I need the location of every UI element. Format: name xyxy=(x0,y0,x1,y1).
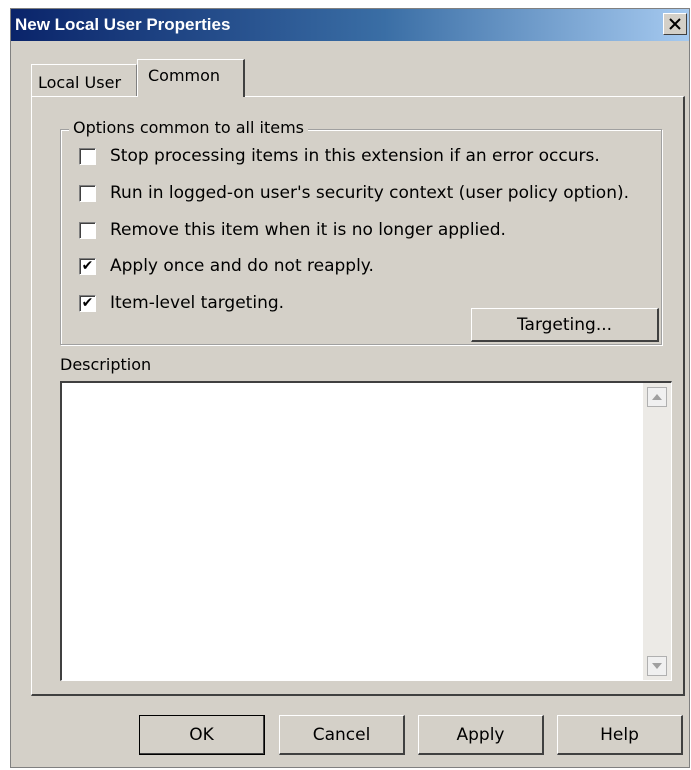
run-in-user-context-checkbox[interactable] xyxy=(79,184,96,202)
title-bar: New Local User Properties xyxy=(11,9,689,41)
window-title: New Local User Properties xyxy=(15,15,231,34)
description-value[interactable] xyxy=(62,383,641,680)
options-groupbox: Options common to all items Stop process… xyxy=(60,118,662,345)
apply-button[interactable]: Apply xyxy=(418,715,544,755)
cancel-button[interactable]: Cancel xyxy=(279,715,405,755)
checkbox-label: Run in logged-on user's security context… xyxy=(110,183,630,203)
checkbox-label: Item-level targeting. xyxy=(110,293,285,313)
common-tab-panel: Options common to all items Stop process… xyxy=(31,96,685,696)
scroll-up-button[interactable] xyxy=(647,387,667,407)
tab-common[interactable]: Common xyxy=(137,59,245,97)
dialog-button-row: OK Cancel Apply Help xyxy=(11,715,689,755)
checkbox-label: Remove this item when it is no longer ap… xyxy=(110,220,506,240)
checkbox-label: Apply once and do not reapply. xyxy=(110,256,374,276)
tab-local-user[interactable]: Local User xyxy=(31,64,137,97)
remove-when-not-applied-checkbox[interactable] xyxy=(79,221,96,239)
stop-processing-checkbox[interactable] xyxy=(79,147,96,165)
scroll-down-button[interactable] xyxy=(647,656,667,676)
arrow-up-icon xyxy=(652,394,662,400)
arrow-down-icon xyxy=(652,663,662,669)
stop-processing-option[interactable]: Stop processing items in this extension … xyxy=(79,144,600,168)
description-label: Description xyxy=(60,355,152,374)
item-level-targeting-option[interactable]: ✔ Item-level targeting. xyxy=(79,291,284,315)
groupbox-legend: Options common to all items xyxy=(69,118,309,137)
help-button[interactable]: Help xyxy=(557,715,683,755)
checkbox-label: Stop processing items in this extension … xyxy=(110,146,600,166)
properties-dialog: New Local User Properties Local User Com… xyxy=(10,8,690,768)
item-level-targeting-checkbox[interactable]: ✔ xyxy=(79,294,96,312)
targeting-button[interactable]: Targeting... xyxy=(471,308,659,342)
tab-label: Common xyxy=(148,66,221,85)
remove-when-not-applied-option[interactable]: Remove this item when it is no longer ap… xyxy=(79,218,506,242)
close-icon xyxy=(669,18,681,30)
vertical-scrollbar[interactable] xyxy=(643,383,671,680)
tab-label: Local User xyxy=(38,73,122,92)
apply-once-checkbox[interactable]: ✔ xyxy=(79,257,96,275)
run-in-user-context-option[interactable]: Run in logged-on user's security context… xyxy=(79,181,629,205)
ok-button[interactable]: OK xyxy=(139,715,265,755)
description-textarea[interactable] xyxy=(60,381,672,681)
apply-once-option[interactable]: ✔ Apply once and do not reapply. xyxy=(79,254,374,278)
close-button[interactable] xyxy=(663,13,687,35)
